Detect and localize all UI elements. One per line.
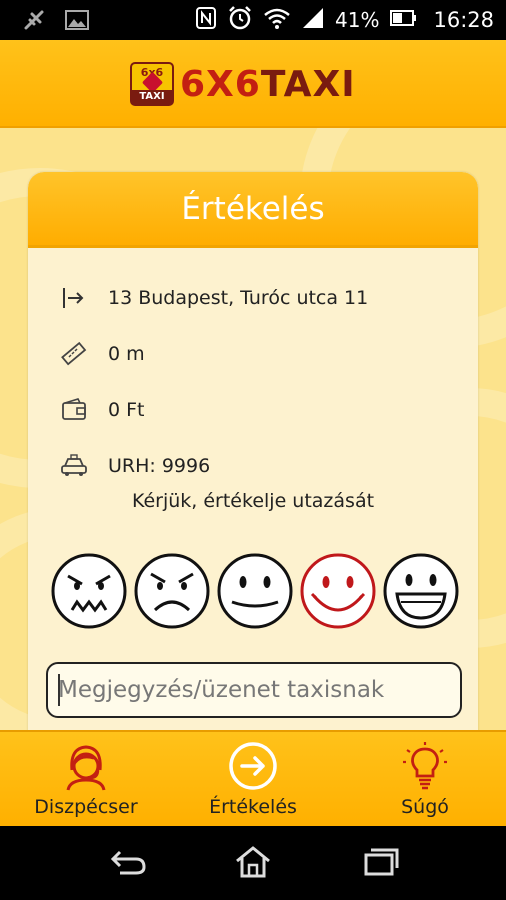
neutral-face-icon [217, 553, 293, 629]
lightbulb-icon [399, 740, 451, 792]
rating-faces [50, 552, 460, 632]
battery-icon [389, 7, 417, 33]
sad-face-icon [134, 553, 210, 629]
rating-card: Értékelés 13 Budapest, Turóc utca 11 0 m… [28, 172, 478, 732]
logo-badge-bottom: TAXI [132, 90, 172, 104]
card-title: Értékelés [181, 190, 325, 227]
price-text: 0 Ft [108, 399, 145, 421]
happy-face-icon [300, 553, 376, 629]
bottom-nav: Diszpécser Értékelés Súgó [0, 730, 506, 826]
battery-percent: 41% [335, 8, 380, 32]
logo-text-word: TAXI [260, 63, 356, 105]
signal-off-icon [22, 8, 46, 36]
destination-text: 13 Budapest, Turóc utca 11 [108, 287, 369, 309]
arrow-right-circle-icon [227, 740, 279, 792]
taxi-id-text: URH: 9996 [108, 455, 211, 477]
clock: 16:28 [433, 8, 494, 32]
cellular-icon [301, 6, 325, 34]
back-button[interactable] [106, 842, 150, 882]
price-row: 0 Ft [60, 394, 145, 426]
taxi-icon [60, 452, 88, 480]
home-button[interactable] [231, 842, 275, 882]
taxi-row: URH: 9996 [60, 450, 210, 482]
distance-row: 0 m [60, 338, 145, 370]
home-icon [236, 846, 270, 878]
nav-item-help[interactable]: Súgó [380, 732, 470, 828]
distance-text: 0 m [108, 343, 145, 365]
destination-arrow-icon [60, 284, 88, 312]
app-header: 6x6 TAXI 6X6TAXI [0, 40, 506, 128]
recent-apps-icon [364, 848, 399, 876]
ruler-icon [60, 340, 88, 368]
nav-item-rating[interactable]: Értékelés [198, 732, 308, 828]
alarm-icon [227, 5, 253, 35]
text-cursor [58, 674, 60, 706]
very-happy-face-icon [383, 553, 459, 629]
very-happy-face-button[interactable] [382, 552, 460, 630]
wifi-icon [263, 6, 291, 34]
sad-face-button[interactable] [133, 552, 211, 630]
app-logo: 6x6 TAXI 6X6TAXI [130, 62, 356, 106]
logo-text-number: 6X6 [180, 63, 261, 105]
nav-label-dispatcher: Diszpécser [34, 796, 138, 818]
wallet-icon [60, 396, 88, 424]
nav-label-help: Súgó [401, 796, 449, 818]
back-icon [110, 850, 146, 875]
status-bar: 41% 16:28 [0, 0, 506, 40]
card-header: Értékelés [28, 172, 478, 248]
nfc-icon [195, 6, 217, 34]
recent-apps-button[interactable] [358, 842, 402, 882]
logo-text: 6X6TAXI [180, 64, 356, 105]
message-to-driver-input[interactable] [46, 662, 462, 718]
very-angry-face-icon [51, 553, 127, 629]
nav-label-rating: Értékelés [209, 796, 297, 818]
destination-row: 13 Budapest, Turóc utca 11 [60, 282, 368, 314]
logo-badge: 6x6 TAXI [130, 62, 174, 106]
very-angry-face-button[interactable] [50, 552, 128, 630]
happy-face-button[interactable] [299, 552, 377, 630]
system-nav-bar [0, 826, 506, 900]
rating-prompt: Kérjük, értékelje utazását [131, 490, 375, 512]
neutral-face-button[interactable] [216, 552, 294, 630]
image-icon [64, 8, 90, 36]
nav-item-dispatcher[interactable]: Diszpécser [30, 732, 142, 828]
dispatcher-icon [60, 740, 112, 792]
